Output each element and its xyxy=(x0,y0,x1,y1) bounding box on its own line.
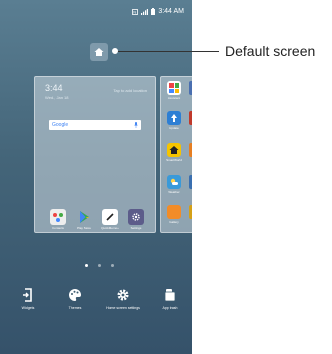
update-icon xyxy=(167,111,181,125)
gear-icon xyxy=(117,289,129,301)
page-dot[interactable] xyxy=(111,264,114,267)
default-screen-home-button[interactable] xyxy=(90,43,108,61)
menu-label: Themes xyxy=(68,306,82,310)
side-screen-preview[interactable]: Assistant Update SmartWorld Weather Gall… xyxy=(160,76,192,233)
settings-icon xyxy=(128,209,144,225)
side-app-smartworld[interactable]: SmartWorld xyxy=(164,143,184,162)
callout-anchor-dot xyxy=(112,48,118,54)
side-app-label: Gallery xyxy=(169,220,179,224)
side-app-update[interactable]: Update xyxy=(164,111,184,130)
offscreen-app-sliver xyxy=(189,81,192,95)
home-edit-menu: Widgets Themes Home screen settings App … xyxy=(0,288,192,328)
dock-app-quickmemo[interactable]: QuickMemo+ xyxy=(99,209,121,230)
offscreen-app-sliver xyxy=(189,111,192,125)
status-bar: N 3:44 AM xyxy=(0,0,192,24)
side-app-label: Weather xyxy=(168,190,180,194)
menu-label: App trash xyxy=(162,306,178,310)
side-app-label: SmartWorld xyxy=(166,158,182,162)
side-app-weather[interactable]: Weather xyxy=(164,175,184,194)
dock-app-settings[interactable]: Settings xyxy=(125,209,147,230)
dock-label: QuickMemo+ xyxy=(101,226,119,230)
signal-icon xyxy=(141,8,149,15)
page-dot[interactable] xyxy=(98,264,101,267)
side-app-assistant[interactable]: Assistant xyxy=(164,81,184,100)
callout-label: Default screen xyxy=(225,43,316,59)
svg-text:N: N xyxy=(134,9,137,14)
themes-palette-icon xyxy=(69,289,81,301)
themes-button[interactable]: Themes xyxy=(57,288,93,311)
page-dot-active[interactable] xyxy=(85,264,88,267)
play-store-icon xyxy=(80,211,89,223)
dock-app-contacts[interactable]: Contacts xyxy=(47,209,69,230)
phone-screen: N 3:44 AM 3:44 Wed., Jan 18 Tap to add l… xyxy=(0,0,192,354)
nfc-icon: N xyxy=(132,8,139,15)
dock-label: Contacts xyxy=(52,226,64,230)
home-icon xyxy=(94,48,104,56)
contacts-icon xyxy=(50,209,66,225)
battery-icon xyxy=(151,8,156,15)
side-app-label: Update xyxy=(169,126,179,130)
dock-app-play-store[interactable]: Play Store xyxy=(73,209,95,230)
dock-label: Settings xyxy=(130,226,142,230)
app-trash-icon xyxy=(164,289,176,302)
offscreen-app-sliver xyxy=(189,143,192,157)
preview-dock: Contacts Play Store QuickMemo+ Settings xyxy=(47,209,147,230)
home-screen-preview[interactable]: 3:44 Wed., Jan 18 Tap to add location Go… xyxy=(34,76,156,233)
side-app-label: Assistant xyxy=(167,96,181,100)
offscreen-app-sliver xyxy=(189,205,192,219)
dock-label: Play Store xyxy=(77,226,91,230)
offscreen-app-sliver xyxy=(189,175,192,189)
assistant-icon xyxy=(167,81,181,95)
preview-date: Wed., Jan 18 xyxy=(45,95,69,100)
menu-label: Home screen settings xyxy=(106,306,140,310)
status-time: 3:44 AM xyxy=(158,8,184,15)
side-app-gallery[interactable]: Gallery xyxy=(164,205,184,224)
google-search-bar[interactable]: Google xyxy=(49,120,141,130)
mic-icon xyxy=(134,122,138,128)
smartworld-icon xyxy=(167,143,181,157)
preview-clock: 3:44 xyxy=(45,83,63,93)
google-logo: Google xyxy=(52,122,69,128)
gallery-icon xyxy=(167,205,181,219)
weather-icon xyxy=(167,175,181,189)
home-screen-settings-button[interactable]: Home screen settings xyxy=(105,288,141,311)
page-indicator xyxy=(85,264,114,267)
widgets-button[interactable]: Widgets xyxy=(10,288,46,311)
menu-label: Widgets xyxy=(21,306,35,310)
callout-leader-line xyxy=(115,51,219,52)
app-trash-button[interactable]: App trash xyxy=(152,288,188,311)
widgets-icon xyxy=(23,288,32,302)
preview-weather: Tap to add location xyxy=(113,88,147,93)
quickmemo-icon xyxy=(102,209,118,225)
